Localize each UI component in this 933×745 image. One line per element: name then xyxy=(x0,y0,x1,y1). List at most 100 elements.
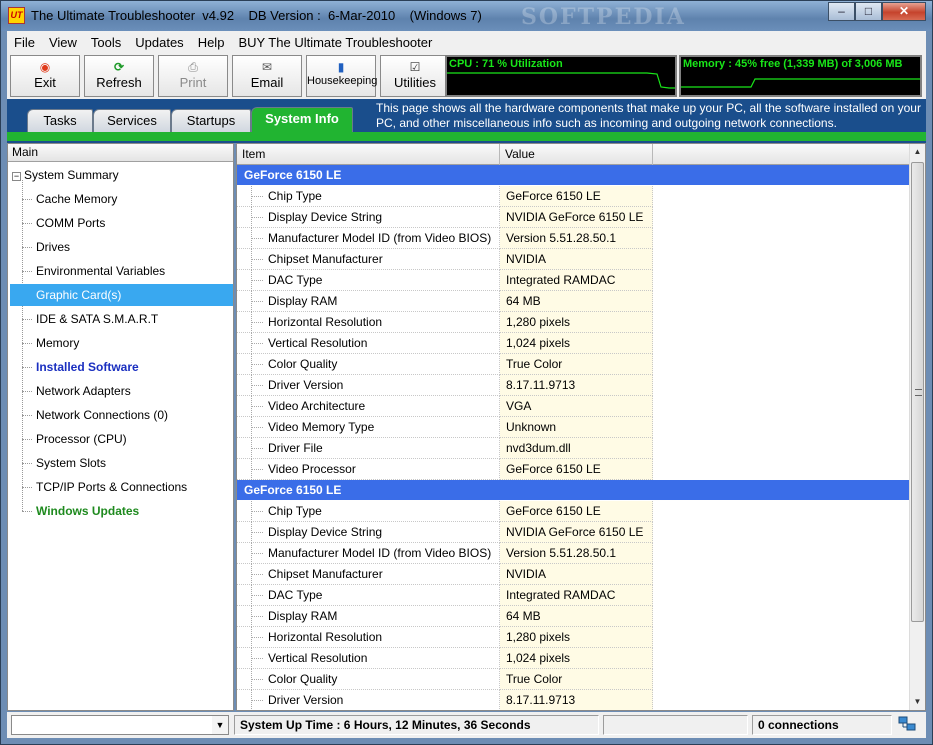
broom-bottle-icon: ▮ xyxy=(337,60,345,74)
table-row[interactable]: Chipset Manufacturer NVIDIA xyxy=(237,249,909,270)
tree-item[interactable]: Graphic Card(s) xyxy=(10,284,233,306)
tree-item[interactable]: Cache Memory xyxy=(10,188,233,210)
maximize-button[interactable]: □ xyxy=(855,2,882,21)
cpu-graph-line xyxy=(447,72,675,89)
status-dropdown[interactable]: ▼ xyxy=(11,715,229,735)
tree-header[interactable]: Main xyxy=(8,144,233,162)
table-row[interactable]: Chipset Manufacturer NVIDIA xyxy=(237,564,909,585)
tree-item[interactable]: Installed Software xyxy=(10,356,233,378)
tree-item[interactable]: Processor (CPU) xyxy=(10,428,233,450)
item-cell: Driver Version xyxy=(237,375,500,396)
table-row[interactable]: Horizontal Resolution 1,280 pixels xyxy=(237,627,909,648)
group-row[interactable]: GeForce 6150 LE xyxy=(237,165,909,186)
refresh-icon: ⟳ xyxy=(113,60,125,74)
print-button[interactable]: ⎙ Print xyxy=(158,55,228,97)
value-cell: Unknown xyxy=(500,417,653,438)
table-row[interactable]: Driver Version 8.17.11.9713 xyxy=(237,375,909,396)
empty-cell xyxy=(653,648,909,669)
tree-item[interactable]: COMM Ports xyxy=(10,212,233,234)
menu-view[interactable]: View xyxy=(42,35,84,50)
tab-startups[interactable]: Startups xyxy=(171,109,251,133)
table-row[interactable]: Manufacturer Model ID (from Video BIOS) V… xyxy=(237,228,909,249)
tree-item[interactable]: Memory xyxy=(10,332,233,354)
tab-tasks[interactable]: Tasks xyxy=(27,109,93,133)
tree-connector-tick xyxy=(251,553,263,554)
uptime-status: System Up Time : 6 Hours, 12 Minutes, 36… xyxy=(234,715,599,735)
empty-cell xyxy=(653,228,909,249)
tree-item[interactable]: Network Connections (0) xyxy=(10,404,233,426)
tree-item[interactable]: IDE & SATA S.M.A.R.T xyxy=(10,308,233,330)
table-row[interactable]: Display RAM 64 MB xyxy=(237,291,909,312)
group-row[interactable]: GeForce 6150 LE xyxy=(237,480,909,501)
table-row[interactable]: Driver Version 8.17.11.9713 xyxy=(237,690,909,710)
tab-description: This page shows all the hardware compone… xyxy=(376,101,921,130)
table-row[interactable]: Video Memory Type Unknown xyxy=(237,417,909,438)
table-row[interactable]: Video Architecture VGA xyxy=(237,396,909,417)
tree-item[interactable]: System Slots xyxy=(10,452,233,474)
menu-file[interactable]: File xyxy=(7,35,42,50)
menu-buy[interactable]: BUY The Ultimate Troubleshooter xyxy=(231,35,439,50)
info-grid-panel: Item Value GeForce 6150 LE Chip Type GeFor… xyxy=(236,143,926,711)
minimize-button[interactable]: – xyxy=(828,2,855,21)
cpu-label: CPU : 71 % Utilization xyxy=(449,58,563,70)
utilities-button[interactable]: ☑ Utilities xyxy=(380,55,450,97)
item-cell: Video Architecture xyxy=(237,396,500,417)
table-row[interactable]: Manufacturer Model ID (from Video BIOS) V… xyxy=(237,543,909,564)
chevron-down-icon[interactable]: ▼ xyxy=(212,716,228,734)
grid-rows: GeForce 6150 LE Chip Type GeForce 6150 LE D… xyxy=(237,165,909,710)
housekeeping-button[interactable]: ▮ Housekeeping xyxy=(306,55,377,97)
table-row[interactable]: Chip Type GeForce 6150 LE xyxy=(237,186,909,207)
tree-connector-tick xyxy=(251,217,263,218)
tree-item[interactable]: TCP/IP Ports & Connections xyxy=(10,476,233,498)
item-cell: DAC Type xyxy=(237,585,500,606)
tree-root-system-summary[interactable]: − System Summary xyxy=(12,166,119,184)
table-row[interactable]: Vertical Resolution 1,024 pixels xyxy=(237,648,909,669)
scroll-down-icon[interactable]: ▼ xyxy=(910,694,925,710)
value-cell: NVIDIA GeForce 6150 LE xyxy=(500,207,653,228)
tree-item[interactable]: Drives xyxy=(10,236,233,258)
tab-services[interactable]: Services xyxy=(93,109,171,133)
scroll-thumb[interactable] xyxy=(911,162,924,622)
column-header-item[interactable]: Item xyxy=(237,144,500,165)
menu-help[interactable]: Help xyxy=(191,35,232,50)
tree-connector-tick xyxy=(251,679,263,680)
memory-graph-line xyxy=(681,78,920,88)
tree-connector-tick xyxy=(251,427,263,428)
value-cell: 8.17.11.9713 xyxy=(500,690,653,710)
scroll-up-icon[interactable]: ▲ xyxy=(910,144,925,160)
table-row[interactable]: Horizontal Resolution 1,280 pixels xyxy=(237,312,909,333)
memory-label: Memory : 45% free (1,339 MB) of 3,006 MB xyxy=(683,58,903,70)
vertical-scrollbar[interactable]: ▲ ▼ xyxy=(909,144,925,710)
value-cell: NVIDIA xyxy=(500,249,653,270)
table-row[interactable]: Color Quality True Color xyxy=(237,669,909,690)
item-cell: Video Memory Type xyxy=(237,417,500,438)
collapse-icon[interactable]: − xyxy=(12,172,21,181)
tree-connector-tick xyxy=(251,595,263,596)
menu-updates[interactable]: Updates xyxy=(128,35,190,50)
table-row[interactable]: Driver File nvd3dum.dll xyxy=(237,438,909,459)
table-row[interactable]: Display Device String NVIDIA GeForce 6150… xyxy=(237,207,909,228)
value-cell: Integrated RAMDAC xyxy=(500,585,653,606)
network-icon[interactable] xyxy=(898,716,916,732)
table-row[interactable]: DAC Type Integrated RAMDAC xyxy=(237,270,909,291)
tree-item[interactable]: Network Adapters xyxy=(10,380,233,402)
title-bar[interactable]: UT The Ultimate Troubleshooter v4.92 DB … xyxy=(1,1,932,31)
exit-button[interactable]: ◉ Exit xyxy=(10,55,80,97)
exit-label: Exit xyxy=(34,75,56,90)
tab-system-info[interactable]: System Info xyxy=(251,107,353,133)
table-row[interactable]: Chip Type GeForce 6150 LE xyxy=(237,501,909,522)
table-row[interactable]: DAC Type Integrated RAMDAC xyxy=(237,585,909,606)
table-row[interactable]: Display RAM 64 MB xyxy=(237,606,909,627)
menu-tools[interactable]: Tools xyxy=(84,35,128,50)
table-row[interactable]: Display Device String NVIDIA GeForce 6150… xyxy=(237,522,909,543)
email-button[interactable]: ✉ Email xyxy=(232,55,302,97)
refresh-button[interactable]: ⟳ Refresh xyxy=(84,55,154,97)
table-row[interactable]: Vertical Resolution 1,024 pixels xyxy=(237,333,909,354)
tree-item[interactable]: Environmental Variables xyxy=(10,260,233,282)
tree-item[interactable]: Windows Updates xyxy=(10,500,233,522)
close-button[interactable]: ✕ xyxy=(882,2,926,21)
table-row[interactable]: Video Processor GeForce 6150 LE xyxy=(237,459,909,480)
value-cell: nvd3dum.dll xyxy=(500,438,653,459)
column-header-value[interactable]: Value xyxy=(500,144,653,165)
table-row[interactable]: Color Quality True Color xyxy=(237,354,909,375)
